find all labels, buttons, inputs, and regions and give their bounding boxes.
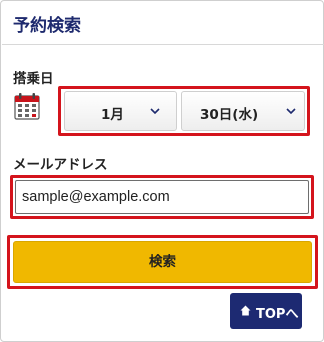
home-icon bbox=[240, 305, 251, 316]
day-select-value: 30日(水) bbox=[200, 107, 259, 123]
email-input[interactable] bbox=[15, 180, 309, 214]
month-select-value: 1月 bbox=[101, 107, 124, 123]
search-panel: 予約検索 搭乗日 1月 30日(水) メールアドレス 検索 bbox=[0, 0, 324, 342]
top-button-label: TOPへ bbox=[256, 307, 299, 322]
boarding-date-label: 搭乗日 bbox=[13, 71, 54, 87]
panel-header: 予約検索 bbox=[2, 2, 324, 45]
day-select[interactable]: 30日(水) bbox=[181, 91, 305, 131]
month-select[interactable]: 1月 bbox=[64, 91, 177, 131]
email-label: メールアドレス bbox=[13, 157, 108, 173]
page-title: 予約検索 bbox=[13, 16, 81, 36]
search-button[interactable]: 検索 bbox=[13, 241, 312, 283]
chevron-down-icon bbox=[286, 108, 296, 115]
calendar-icon bbox=[14, 93, 40, 120]
top-button[interactable]: TOPへ bbox=[230, 293, 302, 329]
chevron-down-icon bbox=[150, 108, 160, 115]
